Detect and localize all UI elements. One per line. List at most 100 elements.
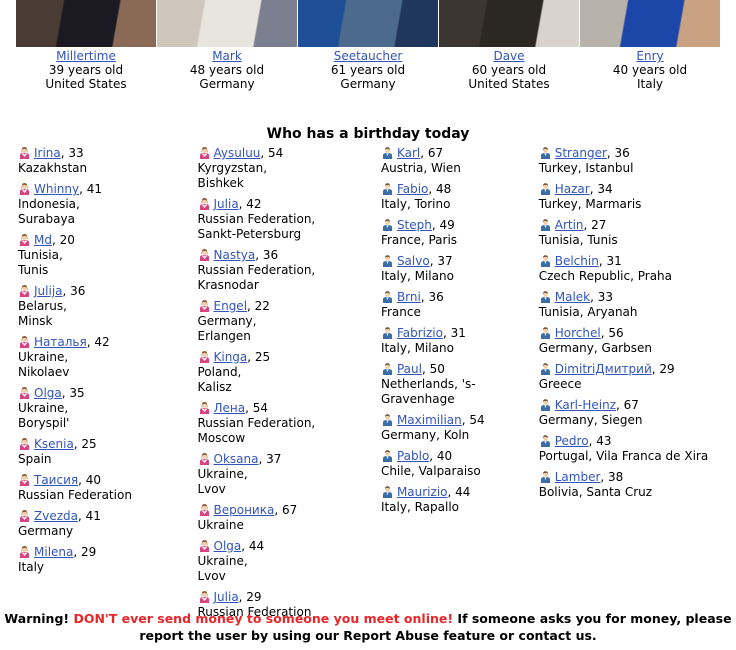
member-location: Indonesia, — [18, 197, 80, 211]
member-age: , 43 — [588, 434, 612, 448]
member-location: Kalisz — [197, 380, 232, 394]
member-name-link[interactable]: Hazar — [555, 182, 590, 196]
member-age: , 35 — [61, 386, 85, 400]
member-location: Italy, Milano — [380, 269, 454, 283]
member-name-link[interactable]: Md — [34, 233, 52, 247]
birthday-list-item: Karl, 67 Austria, Wien — [381, 146, 539, 176]
member-name-link[interactable]: Steph — [397, 218, 432, 232]
featured-member-name-link[interactable]: Enry — [580, 49, 720, 63]
member-name-link[interactable]: Paul — [397, 362, 422, 376]
member-name-link[interactable]: Fabio — [397, 182, 428, 196]
member-name-link[interactable]: Oksana — [214, 452, 259, 466]
member-age: , 54 — [260, 146, 284, 160]
member-age: , 44 — [241, 539, 265, 553]
featured-member-photo[interactable] — [439, 0, 579, 47]
member-age: , 29 — [651, 362, 675, 376]
male-user-icon — [381, 146, 394, 159]
featured-member-country: Germany — [340, 77, 396, 91]
featured-member-country: United States — [45, 77, 127, 91]
member-age: , 44 — [447, 485, 471, 499]
member-age: , 31 — [598, 254, 622, 268]
member-name-link[interactable]: Belchin — [555, 254, 599, 268]
member-name-link[interactable]: Aysuluu — [214, 146, 261, 160]
member-name-link[interactable]: Olga — [214, 539, 242, 553]
member-name-link[interactable]: Horchel — [555, 326, 601, 340]
member-name-link[interactable]: Ksenia — [34, 437, 74, 451]
male-user-icon — [381, 218, 394, 231]
photo-thumbnail — [580, 0, 720, 47]
member-name-link[interactable]: Maximilian — [397, 413, 462, 427]
member-location: Tunisia, Aryanah — [538, 305, 638, 319]
member-location: Tunisia, Tunis — [538, 233, 618, 247]
member-name-link[interactable]: Salvo — [397, 254, 430, 268]
male-user-icon — [539, 218, 552, 231]
member-name-link[interactable]: Julia — [214, 590, 239, 604]
member-name-link[interactable]: Maurizio — [397, 485, 448, 499]
member-name-link[interactable]: Whinny — [34, 182, 79, 196]
member-name-link[interactable]: Лена — [214, 401, 246, 415]
member-age: , 33 — [60, 146, 84, 160]
birthday-list-item: Whinny, 41 Indonesia, Surabaya — [18, 182, 198, 227]
member-name-link[interactable]: Таисия — [34, 473, 78, 487]
member-name-link[interactable]: Lamber — [555, 470, 601, 484]
member-name-link[interactable]: Вероника — [214, 503, 275, 517]
birthday-list-item: Вероника, 67 Ukraine — [198, 503, 381, 533]
member-name-link[interactable]: Pablo — [397, 449, 429, 463]
photo-thumbnail — [298, 0, 438, 47]
member-name-link[interactable]: Kinga — [214, 350, 248, 364]
featured-member-photo[interactable] — [298, 0, 438, 47]
female-user-icon — [18, 335, 31, 348]
member-location: Italy, Milano — [380, 341, 454, 355]
member-name-link[interactable]: Zvezda — [34, 509, 78, 523]
female-user-icon — [18, 509, 31, 522]
birthday-list-item: Stranger, 36 Turkey, Istanbul — [539, 146, 736, 176]
member-name-link[interactable]: Artin — [555, 218, 584, 232]
member-name-link[interactable]: Karl-Heinz — [555, 398, 616, 412]
member-name-link[interactable]: DimitriДмитрий — [555, 362, 652, 376]
member-age: , 67 — [616, 398, 639, 412]
female-user-icon — [18, 545, 31, 558]
member-name-link[interactable]: Fabrizio — [397, 326, 443, 340]
member-name-link[interactable]: Stranger — [555, 146, 607, 160]
member-name-link[interactable]: Olga — [34, 386, 62, 400]
featured-member-photo[interactable] — [157, 0, 297, 47]
member-name-link[interactable]: Malek — [555, 290, 590, 304]
member-name-link[interactable]: Milena — [34, 545, 73, 559]
featured-member-photo[interactable] — [16, 0, 156, 47]
member-name-link[interactable]: Nastya — [214, 248, 256, 262]
birthday-list-item: Aysuluu, 54 Kyrgyzstan, Bishkek — [198, 146, 381, 191]
featured-member-photo[interactable] — [580, 0, 720, 47]
featured-member-name-link[interactable]: Seetaucher — [298, 49, 438, 63]
birthday-list-item: Milena, 29 Italy — [18, 545, 198, 575]
birthday-item-header: Nastya, 36 — [198, 248, 381, 263]
male-user-icon — [539, 362, 552, 375]
featured-member-name-link[interactable]: Dave — [439, 49, 579, 63]
female-user-icon — [198, 452, 211, 465]
member-name-link[interactable]: Pedro — [555, 434, 589, 448]
member-name-link[interactable]: Engel — [214, 299, 248, 313]
member-age: , 29 — [73, 545, 97, 559]
birthday-item-header: Belchin, 31 — [539, 254, 736, 269]
birthday-list-item: Fabrizio, 31 Italy, Milano — [381, 326, 539, 356]
birthday-item-header: Hazar, 34 — [539, 182, 736, 197]
birthday-list-item: Lamber, 38 Bolivia, Santa Cruz — [539, 470, 736, 500]
member-location: Turkey, Istanbul — [538, 161, 634, 175]
birthday-item-header: Steph, 49 — [381, 218, 539, 233]
member-name-link[interactable]: Julija — [34, 284, 63, 298]
member-name-link[interactable]: Наталья — [34, 335, 87, 349]
featured-member-country: United States — [468, 77, 550, 91]
member-location: Sankt-Petersburg — [197, 227, 302, 241]
member-name-link[interactable]: Karl — [397, 146, 420, 160]
member-name-link[interactable]: Julia — [214, 197, 239, 211]
featured-member-name-link[interactable]: Millertime — [16, 49, 156, 63]
male-user-icon — [539, 398, 552, 411]
member-age: , 67 — [274, 503, 298, 517]
member-location: Bishkek — [197, 176, 244, 190]
featured-member-name-link[interactable]: Mark — [157, 49, 297, 63]
member-location: Ukraine, — [18, 401, 69, 415]
member-name-link[interactable]: Brni — [397, 290, 421, 304]
female-user-icon — [18, 182, 31, 195]
member-name-link[interactable]: Irina — [34, 146, 61, 160]
birthday-list-item: Fabio, 48 Italy, Torino — [381, 182, 539, 212]
birthday-list-item: Horchel, 56 Germany, Garbsen — [539, 326, 736, 356]
